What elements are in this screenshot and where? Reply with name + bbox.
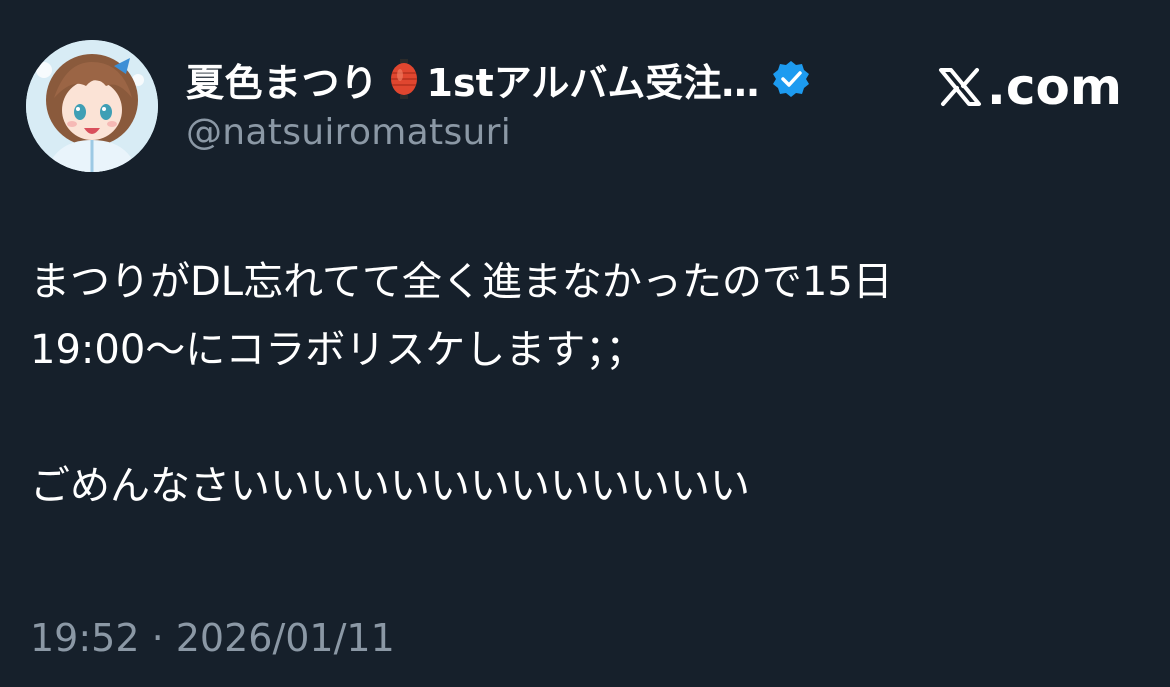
post-body-line: まつりがDL忘れてて全く進まなかったので15日 xyxy=(30,259,893,305)
x-logo-icon xyxy=(938,68,981,106)
avatar[interactable] xyxy=(26,40,158,172)
post-body-spacer xyxy=(30,384,1140,452)
author-name-row[interactable]: 夏色まつり 1stアルバム受注… xyxy=(186,52,811,107)
author-display-name-suffix[interactable]: 1stアルバム受注… xyxy=(427,52,760,107)
avatar-image xyxy=(26,40,158,172)
post-body-line: ごめんなさいいいいいいいいいいいいい xyxy=(30,463,750,509)
author-display-name[interactable]: 夏色まつり xyxy=(186,52,379,107)
post-card: 夏色まつり 1stアルバム受注… @natsuiromatsuri .com ま… xyxy=(0,0,1170,687)
site-logo-text: .com xyxy=(986,58,1122,116)
lantern-icon xyxy=(389,59,419,99)
verified-badge-icon xyxy=(771,59,811,99)
post-body-line: 19:00〜にコラボリスケします；； xyxy=(30,327,646,373)
author-handle[interactable]: @natsuiromatsuri xyxy=(186,112,511,153)
post-header: 夏色まつり 1stアルバム受注… @natsuiromatsuri .com xyxy=(26,40,1146,172)
site-logo[interactable]: .com xyxy=(935,58,1122,116)
post-timestamp[interactable]: 19:52 · 2026/01/11 xyxy=(30,616,395,660)
post-body: まつりがDL忘れてて全く進まなかったので15日 19:00〜にコラボリスケします… xyxy=(30,248,1140,520)
